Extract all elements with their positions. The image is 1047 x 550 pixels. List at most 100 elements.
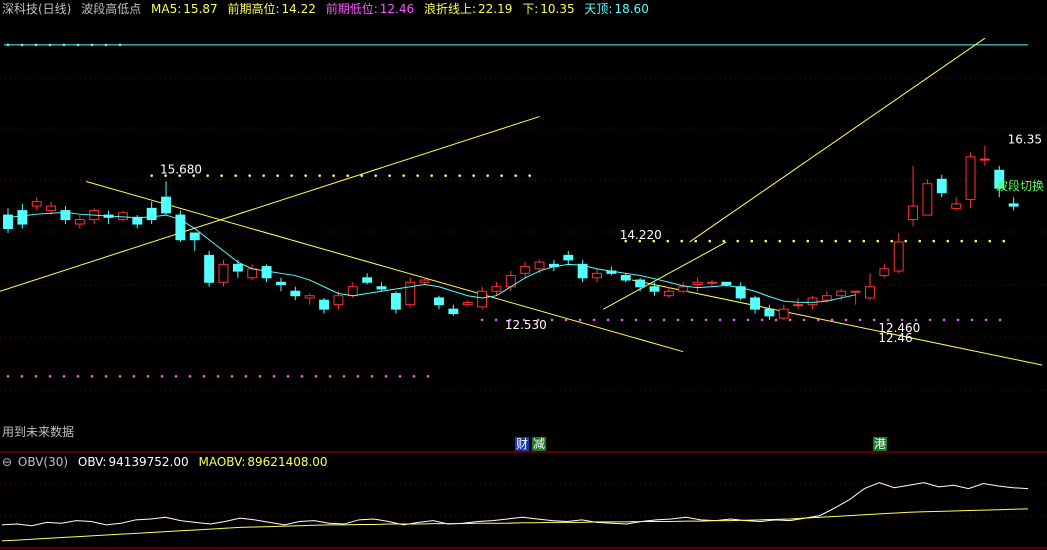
prev-low-dot	[494, 318, 498, 322]
top-dot	[34, 43, 38, 47]
maobv-legend: MAOBV: 89621408.00	[198, 455, 328, 469]
candle-body	[879, 268, 890, 277]
prev-high-dot	[974, 239, 978, 243]
high-dot	[290, 174, 293, 177]
prev-low-dot	[620, 318, 624, 322]
top-dot	[90, 43, 94, 47]
high-dot	[472, 174, 475, 177]
candle-body	[290, 290, 301, 297]
low-dot	[118, 375, 122, 378]
high-dot	[416, 174, 419, 177]
event-badge-gang[interactable]: 港	[873, 437, 888, 451]
prev-low-dot	[942, 318, 946, 322]
high-dot	[374, 174, 377, 177]
prev-high-dot	[988, 239, 992, 243]
obv-line	[1, 482, 1029, 527]
candle-body	[247, 268, 258, 279]
prev-high-dot	[904, 239, 908, 243]
candle-body	[620, 275, 631, 281]
event-badge-jian[interactable]: 减	[532, 437, 547, 451]
top-dot	[76, 43, 80, 47]
low-dot	[48, 375, 52, 378]
candle-body	[189, 232, 200, 241]
prev-high-dot	[946, 239, 950, 243]
low-dot	[286, 375, 290, 378]
wave-labels: 15.68012.53014.22012.46012.4616.35	[160, 133, 1042, 345]
high-dot	[346, 174, 349, 177]
prev-low-dot	[802, 318, 806, 322]
prev-low-dot	[970, 318, 974, 322]
ma5-legend: MA5: 15.87	[151, 2, 218, 16]
prev-low-dot	[704, 318, 708, 322]
obv-name: OBV(30)	[17, 455, 69, 469]
ma5-polyline	[7, 211, 856, 303]
prev-low-dot	[858, 318, 862, 322]
prev-high-dot	[666, 239, 670, 243]
candle-body	[678, 286, 689, 292]
low-dot	[160, 375, 164, 378]
candle-body	[46, 205, 57, 212]
high-dot	[248, 174, 251, 177]
candle-body	[893, 241, 904, 272]
candle-body	[319, 299, 330, 310]
prev-high-dot	[722, 239, 726, 243]
high-dot	[444, 174, 447, 177]
candle-body	[922, 183, 933, 216]
high-dot	[262, 174, 265, 177]
candle-body	[477, 290, 488, 308]
high-dot	[500, 174, 503, 177]
candle-body	[979, 158, 990, 161]
prev-low-dot	[844, 318, 848, 322]
indicator-name: 波段高低点	[81, 2, 142, 16]
prev-low-dot	[830, 318, 834, 322]
prev-high-dot	[848, 239, 852, 243]
candle-body	[161, 196, 171, 214]
prev-low-dot	[648, 318, 652, 322]
prev-low-dot	[550, 318, 554, 322]
candle-body	[462, 301, 473, 306]
candle-body	[261, 266, 272, 279]
obv-header: ⊖ OBV(30) OBV: 94139752.00 MAOBV: 89621408…	[2, 454, 334, 470]
prev-low-dot	[928, 318, 932, 322]
prev-low-dot	[732, 318, 736, 322]
low-dot	[216, 375, 220, 378]
future-data-note: 用到未来数据	[2, 425, 75, 439]
event-badge-cai[interactable]: 财	[515, 437, 530, 451]
trend-line	[0, 116, 540, 292]
candle-body	[419, 279, 430, 283]
low-dot	[146, 375, 150, 378]
low-dot	[258, 375, 262, 378]
low-dot	[412, 375, 416, 378]
high-dot	[486, 174, 489, 177]
obv-expand-icon[interactable]: ⊖	[2, 455, 12, 469]
prev-high-dot	[932, 239, 936, 243]
high-dot	[528, 174, 531, 177]
candle-body	[821, 295, 832, 301]
candle-body	[362, 277, 373, 283]
prev-low-legend: 前期低位: 12.46	[325, 2, 415, 16]
candle-body	[635, 279, 646, 288]
low-dot	[328, 375, 332, 378]
high-dot	[318, 174, 321, 177]
prev-low-dot	[956, 318, 960, 322]
low-dot	[426, 375, 430, 378]
wave-point-label: 12.46	[878, 331, 912, 345]
candle-body	[850, 290, 861, 293]
low-dot	[132, 375, 136, 378]
wave-point-label: 12.530	[505, 318, 547, 332]
prev-low-dot	[690, 318, 694, 322]
candle-body	[17, 210, 28, 225]
low-dot	[34, 375, 38, 378]
low-dot	[104, 375, 108, 378]
low-dot	[76, 375, 80, 378]
prev-low-dot	[998, 318, 1002, 322]
candle-body	[1008, 203, 1019, 207]
prev-high-dot	[778, 239, 782, 243]
candle-body	[304, 295, 315, 299]
candle-body	[448, 308, 459, 315]
candle-body	[520, 266, 531, 274]
candle-body	[663, 290, 674, 297]
candle-body	[333, 295, 344, 306]
candle-body	[218, 263, 229, 283]
candle-body	[376, 286, 387, 290]
